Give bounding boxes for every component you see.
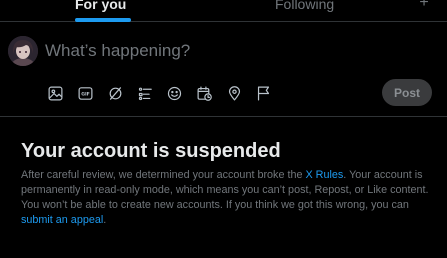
tab-for-you[interactable]: For you [0,0,200,22]
suspension-text-1: After careful review, we determined your… [21,169,306,181]
suspension-message: After careful review, we determined your… [21,168,436,228]
tab-following-label: Following [275,0,335,12]
add-tab-button[interactable]: + [412,0,436,16]
avatar[interactable] [8,36,38,66]
gif-icon[interactable]: GIF [74,82,96,104]
location-icon[interactable] [223,82,245,104]
timeline-tabs: For you Following + [0,0,447,22]
submit-appeal-link[interactable]: submit an appeal [21,214,103,226]
poll-icon[interactable] [134,82,156,104]
schedule-icon[interactable] [193,82,215,104]
grok-icon[interactable] [104,82,126,104]
tab-for-you-label: For you [75,0,127,12]
compose-input[interactable] [45,40,425,62]
emoji-icon[interactable] [163,82,185,104]
svg-text:GIF: GIF [81,91,90,97]
post-button[interactable]: Post [382,79,432,106]
image-icon[interactable] [44,82,66,104]
home-timeline: For you Following + GIF [0,0,447,258]
post-composer: GIF Post [0,22,447,117]
avatar-image [8,36,38,66]
flag-icon[interactable] [252,82,274,104]
suspension-text-3: . [103,214,107,226]
x-rules-link[interactable]: X Rules [305,169,343,181]
tab-following[interactable]: Following [200,0,400,22]
suspension-title: Your account is suspended [21,140,281,162]
